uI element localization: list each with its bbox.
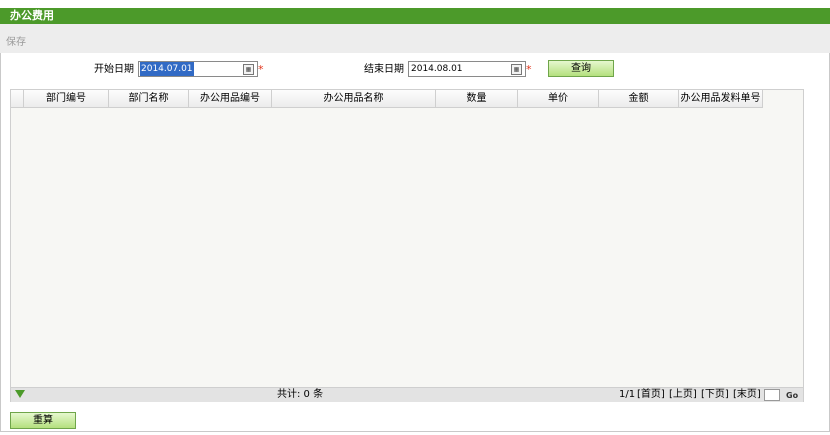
next-page-link[interactable]: [下页] xyxy=(701,388,729,402)
start-date-field[interactable]: 2014.07.01 ▦ xyxy=(138,61,258,77)
data-grid: 部门编号 部门名称 办公用品编号 办公用品名称 数量 单价 金额 办公用品发料单… xyxy=(10,89,804,402)
toolbar: 保存 xyxy=(0,24,830,53)
go-icon[interactable]: Go xyxy=(786,389,798,403)
last-page-link[interactable]: [末页] xyxy=(733,388,761,402)
page-number-input[interactable] xyxy=(764,389,780,401)
first-page-link[interactable]: [首页] xyxy=(637,388,665,402)
calendar-icon[interactable]: ▦ xyxy=(511,64,522,75)
title-bar: 办公费用 xyxy=(0,8,830,24)
row-selector-header xyxy=(11,90,24,107)
recalculate-button[interactable]: 重算 xyxy=(10,412,76,429)
grid-header: 部门编号 部门名称 办公用品编号 办公用品名称 数量 单价 金额 办公用品发料单… xyxy=(11,90,763,108)
filter-icon[interactable] xyxy=(15,390,25,398)
page-info: 1/1 xyxy=(619,389,636,400)
top-strip xyxy=(0,0,830,8)
required-mark: * xyxy=(258,63,264,76)
start-date-label: 开始日期 xyxy=(94,64,134,75)
column-header[interactable]: 办公用品名称 xyxy=(272,90,436,107)
column-header[interactable]: 数量 xyxy=(436,90,518,107)
prev-page-link[interactable]: [上页] xyxy=(669,388,697,402)
column-header[interactable]: 部门名称 xyxy=(109,90,189,107)
grid-footer: 共计: 0 条 1/1 [首页] [上页] [下页] [末页] Go xyxy=(11,387,803,402)
column-header[interactable]: 单价 xyxy=(518,90,599,107)
calendar-icon[interactable]: ▦ xyxy=(243,64,254,75)
start-date-value: 2014.07.01 xyxy=(140,62,194,76)
column-header[interactable]: 部门编号 xyxy=(24,90,109,107)
required-mark: * xyxy=(526,63,532,76)
column-header[interactable]: 办公用品发料单号 xyxy=(679,90,763,107)
end-date-label: 结束日期 xyxy=(364,64,404,75)
query-button[interactable]: 查询 xyxy=(548,60,614,77)
column-header[interactable]: 金额 xyxy=(599,90,679,107)
page-title: 办公费用 xyxy=(10,9,54,22)
save-button[interactable]: 保存 xyxy=(6,33,26,48)
column-header[interactable]: 办公用品编号 xyxy=(189,90,272,107)
end-date-value: 2014.08.01 xyxy=(411,64,463,74)
end-date-field[interactable]: 2014.08.01 ▦ xyxy=(408,61,526,77)
total-count: 共计: 0 条 xyxy=(277,389,324,400)
